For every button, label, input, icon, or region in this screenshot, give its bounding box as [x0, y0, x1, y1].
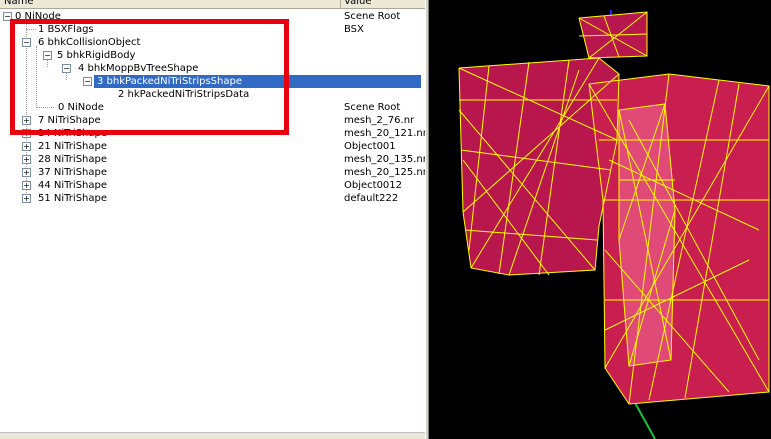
tree-row-value: mesh_20_125.nr [344, 167, 425, 178]
tree-row-value: Object001 [344, 141, 396, 152]
render-viewport[interactable] [429, 0, 771, 439]
tree-row-label: 28 NiTriShape [38, 154, 108, 165]
expand-icon[interactable]: + [22, 142, 31, 151]
tree-row-value: Scene Root [344, 11, 401, 22]
tree-row-11[interactable]: + 28 NiTriShape mesh_20_135.nr [0, 153, 425, 166]
tree-row-label: 21 NiTriShape [38, 141, 108, 152]
tree-row-12[interactable]: + 37 NiTriShape mesh_20_125.nr [0, 166, 425, 179]
tree-row-value: Scene Root [344, 102, 401, 113]
tree-header: Name Value [0, 0, 425, 9]
inner-mesh-face [619, 104, 675, 366]
tree-row-value: mesh_2_76.nr [344, 115, 415, 126]
tree-row-value: mesh_20_135.nr [344, 154, 425, 165]
tree-row-value: default222 [344, 193, 399, 204]
tree-row-label: 51 NiTriShape [38, 193, 108, 204]
tree-row-13[interactable]: + 44 NiTriShape Object0012 [0, 179, 425, 192]
block-list-panel: Name Value − 0 NiNode Scene Root 1 BSXFl… [0, 0, 425, 439]
column-separator[interactable] [340, 0, 341, 8]
value-column-header[interactable]: Value [344, 0, 371, 8]
highlight-annotation-box [10, 19, 289, 135]
tree-row-label: 37 NiTriShape [38, 167, 108, 178]
tree-row-14[interactable]: + 51 NiTriShape default222 [0, 192, 425, 205]
expand-icon[interactable]: + [22, 194, 31, 203]
right-mesh-block [589, 74, 769, 404]
tree-row-label: 44 NiTriShape [38, 180, 108, 191]
wireframe-mesh-render [429, 0, 771, 439]
expand-icon[interactable]: + [22, 168, 31, 177]
name-column-header[interactable]: Name [4, 0, 34, 8]
tree-row-value: mesh_20_121.nr [344, 128, 425, 139]
tree-row-value: BSX [344, 24, 364, 35]
tree-row-value: Object0012 [344, 180, 403, 191]
horizontal-scrollbar[interactable] [0, 432, 425, 439]
tree-row-10[interactable]: + 21 NiTriShape Object001 [0, 140, 425, 153]
expand-icon[interactable]: + [22, 155, 31, 164]
expand-icon[interactable]: + [22, 181, 31, 190]
